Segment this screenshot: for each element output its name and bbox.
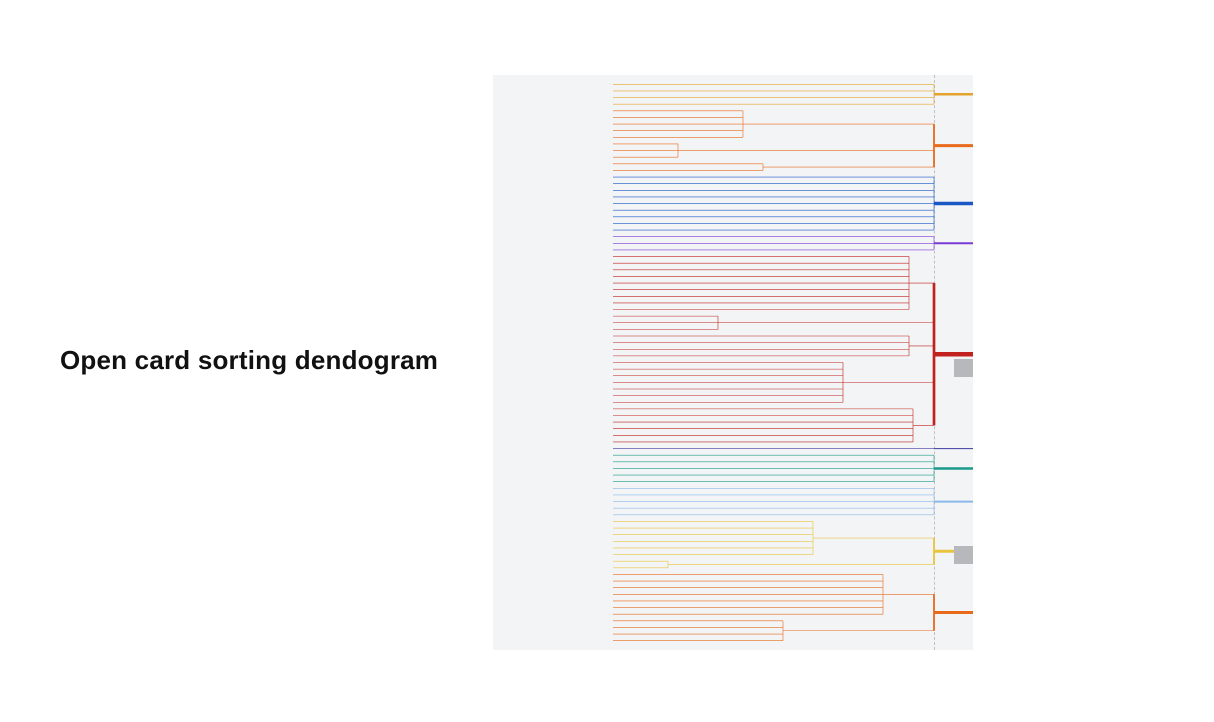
- dendrogram-panel: EnergyGasElectricityDual fuelContract Ph…: [493, 75, 973, 650]
- merge-block: [954, 546, 973, 564]
- canvas: Open card sorting dendogram EnergyGasEle…: [0, 0, 1214, 722]
- page-title: Open card sorting dendogram: [60, 345, 438, 376]
- dendrogram: EnergyGasElectricityDual fuelContract Ph…: [493, 75, 973, 650]
- dendrogram-lines: [613, 75, 973, 650]
- merge-block: [954, 359, 973, 377]
